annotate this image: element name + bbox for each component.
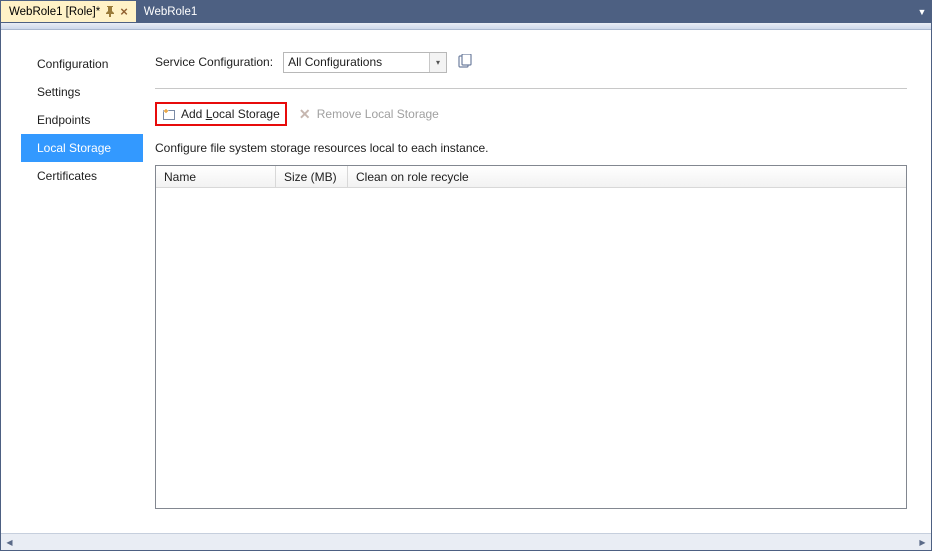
content-wrap: Configuration Settings Endpoints Local S… [1,30,931,550]
service-config-value: All Configurations [288,55,382,69]
service-config-label: Service Configuration: [155,55,273,69]
table-header: Name Size (MB) Clean on role recycle [156,166,906,188]
inner-layout: Configuration Settings Endpoints Local S… [1,30,931,533]
tabbar-overflow-icon[interactable]: ▼ [913,1,931,22]
sidebar-item-endpoints[interactable]: Endpoints [21,106,143,134]
tabbar: WebRole1 [Role]* × WebRole1 ▼ [1,1,931,23]
col-clean[interactable]: Clean on role recycle [348,166,906,187]
divider [155,88,907,89]
service-config-select[interactable]: All Configurations ▾ [283,52,447,73]
scroll-left-icon[interactable]: ◀ [1,534,18,550]
remove-icon: ✕ [298,107,312,121]
toolbar: Add Local Storage ✕ Remove Local Storage [155,101,907,127]
bottom-scrollbar[interactable]: ◀ ▶ [1,533,931,550]
col-name[interactable]: Name [156,166,276,187]
tab-webrole[interactable]: WebRole1 [136,1,206,22]
sidebar-item-configuration[interactable]: Configuration [21,50,143,78]
add-local-storage-button[interactable]: Add Local Storage [155,102,287,126]
add-button-label: Add Local Storage [181,107,280,121]
remove-button-label: Remove Local Storage [317,107,439,121]
hint-text: Configure file system storage resources … [155,141,907,155]
main-pane: Service Configuration: All Configuration… [155,50,907,509]
manage-configs-icon[interactable] [457,54,473,70]
pin-icon[interactable] [106,6,114,17]
sidebar-item-settings[interactable]: Settings [21,78,143,106]
remove-local-storage-button: ✕ Remove Local Storage [293,104,444,124]
tab-webrole-role[interactable]: WebRole1 [Role]* × [1,1,136,22]
sidebar-item-certificates[interactable]: Certificates [21,162,143,190]
col-size[interactable]: Size (MB) [276,166,348,187]
chevron-down-icon: ▾ [429,53,446,72]
add-icon [162,107,176,121]
close-icon[interactable]: × [120,5,128,18]
editor-frame: WebRole1 [Role]* × WebRole1 ▼ Configurat… [0,0,932,551]
sidebar-item-local-storage[interactable]: Local Storage [21,134,143,162]
tab-label: WebRole1 [144,6,198,18]
local-storage-table: Name Size (MB) Clean on role recycle [155,165,907,509]
top-gradient-strip [1,23,931,30]
sidebar-nav: Configuration Settings Endpoints Local S… [21,50,143,509]
service-config-row: Service Configuration: All Configuration… [155,50,907,74]
scroll-right-icon[interactable]: ▶ [914,534,931,550]
table-body[interactable] [156,188,906,508]
tab-label: WebRole1 [Role]* [9,6,100,18]
